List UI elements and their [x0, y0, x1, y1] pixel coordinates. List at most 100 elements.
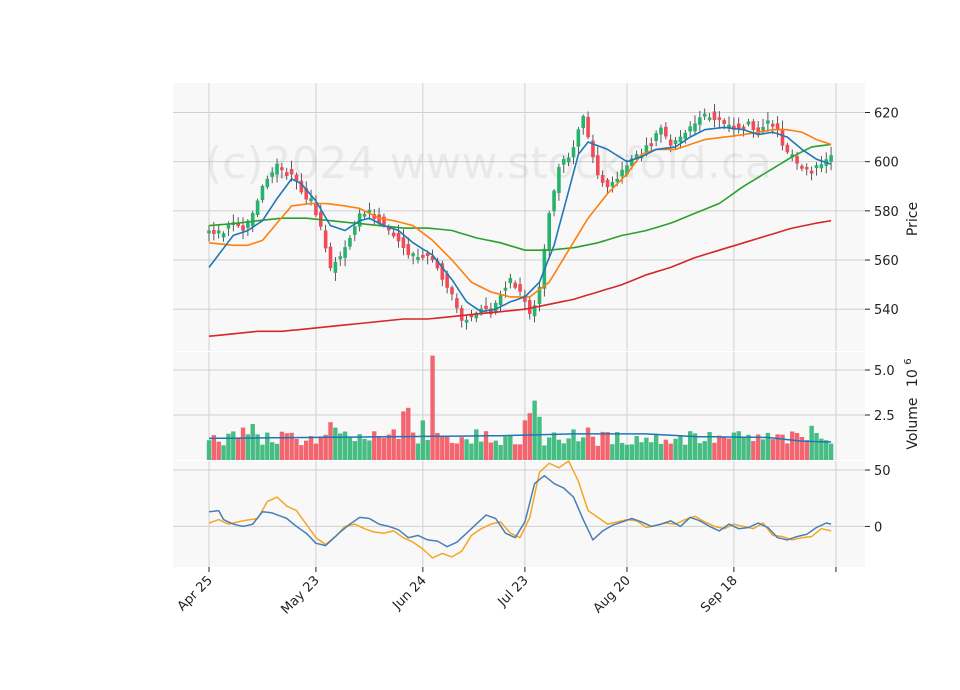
candle-up [746, 121, 751, 125]
candle-up [411, 253, 415, 257]
candle-up [250, 213, 255, 227]
volume-bar-up [581, 437, 586, 460]
candle-up [688, 126, 692, 132]
volume-bar-up [610, 444, 615, 460]
volume-bar-down [459, 437, 464, 460]
volume-bar-up [352, 441, 357, 460]
candle-down [785, 144, 790, 153]
volume-axis-ticks: 2.5 5.0 [865, 364, 895, 424]
candle-up [343, 247, 347, 258]
candle-down [450, 287, 454, 295]
candle-down [751, 121, 756, 130]
oscillator-axis-ticks: 0 50 [865, 464, 891, 535]
candle-up [557, 167, 561, 193]
volume-bar-up [469, 443, 474, 460]
candle-down [484, 305, 488, 310]
volume-bar-down [488, 442, 494, 460]
volume-bar-up [333, 427, 338, 460]
oscillator-tick-label: 50 [874, 464, 891, 479]
candle-up [576, 129, 581, 147]
volume-bar-up [683, 444, 688, 460]
candle-up [683, 132, 688, 140]
volume-bar-down [386, 434, 392, 460]
candle-up [270, 172, 274, 177]
candle-up [265, 178, 270, 188]
volume-bar-up [547, 437, 552, 460]
volume-bar-down [595, 445, 600, 460]
candle-down [795, 156, 799, 164]
candle-down [280, 167, 284, 171]
volume-axis-label-base: 10 [905, 369, 921, 387]
volume-bar-up [464, 439, 469, 460]
candle-down [289, 168, 294, 175]
date-tick-label: Jun 24 [389, 573, 429, 613]
volume-bar-up [561, 443, 566, 460]
volume-bar-up [702, 441, 707, 460]
volume-bar-up [828, 443, 834, 460]
volume-bar-up [415, 443, 421, 460]
volume-bar-up [673, 438, 678, 460]
oscillator-panel: 0 50 [173, 460, 891, 567]
candle-up [309, 198, 313, 202]
volume-bar-up [576, 441, 581, 460]
volume-bar-down [751, 440, 756, 460]
volume-bar-up [231, 431, 236, 460]
candle-up [654, 133, 658, 141]
price-tick-label: 580 [874, 205, 899, 220]
volume-bar-down [396, 438, 401, 460]
volume-bar-up [658, 443, 664, 460]
volume-bar-up [551, 432, 557, 460]
volume-bar-down [721, 437, 727, 460]
volume-bar-up [624, 444, 630, 460]
volume-bar-down [308, 436, 314, 460]
volume-bar-down [794, 433, 800, 460]
volume-axis-label: Volume 10 6 [903, 358, 921, 449]
volume-bar-down [376, 436, 382, 460]
candle-down [770, 123, 775, 127]
candle-down [775, 123, 780, 130]
volume-bar-down [590, 436, 596, 460]
volume-bar-down [401, 411, 406, 460]
candle-up [216, 230, 221, 234]
volume-bar-down [527, 413, 532, 460]
volume-bar-down [216, 441, 221, 460]
volume-tick-label: 2.5 [874, 409, 895, 424]
price-tick-label: 540 [874, 303, 899, 318]
candle-down [649, 143, 654, 147]
volume-bar-up [493, 440, 498, 460]
candle-up [221, 233, 226, 238]
candle-up [260, 186, 265, 201]
volume-bar-down [726, 438, 732, 460]
volume-bar-down [712, 442, 717, 460]
candle-down [396, 233, 401, 242]
candle-up [698, 117, 702, 125]
candle-down [722, 120, 726, 124]
candle-up [338, 256, 343, 259]
volume-axis-label-exponent: 6 [903, 358, 914, 364]
volume-bar-down [299, 445, 304, 460]
volume-bar-up [634, 436, 639, 460]
candle-down [241, 225, 245, 231]
date-tick-label: Apr 25 [175, 573, 216, 614]
date-tick-label: Jul 23 [495, 573, 532, 610]
volume-bar-up [746, 434, 751, 460]
volume-bar-up [474, 429, 479, 460]
volume-bar-up [269, 442, 275, 460]
volume-bar-up [678, 435, 683, 460]
candle-down [212, 229, 216, 234]
volume-bar-up [615, 432, 620, 460]
volume-bar-up [644, 437, 649, 460]
candle-up [620, 169, 624, 177]
candle-up [362, 213, 367, 217]
candle-down [401, 237, 406, 248]
volume-bar-up [362, 438, 367, 460]
candle-down [668, 139, 673, 146]
candle-down [421, 254, 425, 258]
date-tick-label: May 23 [279, 573, 323, 617]
volume-bar-down [785, 443, 790, 460]
volume-bar-down [372, 431, 377, 460]
volume-bar-up [649, 442, 654, 460]
price-axis-label: Price [905, 202, 921, 236]
volume-bar-up [566, 438, 571, 460]
candle-down [780, 128, 785, 146]
